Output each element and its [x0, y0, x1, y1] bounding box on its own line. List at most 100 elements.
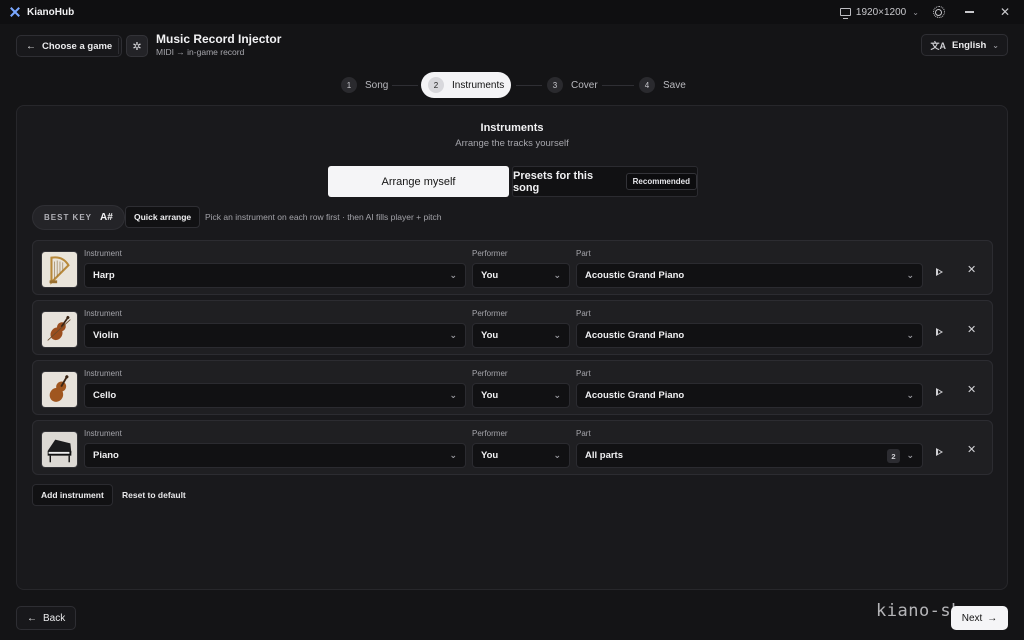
instrument-value: Violin	[93, 330, 119, 341]
performer-value: You	[481, 450, 499, 461]
panel-title: Instruments	[480, 122, 544, 134]
performer-select[interactable]: You ⌄	[472, 323, 570, 348]
language-selector[interactable]: 文A English ⌄	[921, 34, 1008, 56]
stepper: 1 Song 2 Instruments 3 Cover 4 Save	[0, 72, 1024, 98]
instrument-row: Instrument Harp ⌄ Performer You ⌄ Part A…	[32, 240, 993, 295]
chevron-down-icon: ⌄	[449, 390, 457, 400]
presets-button[interactable]: Presets for this song Recommended	[512, 166, 698, 197]
instrument-select[interactable]: Piano ⌄	[84, 443, 466, 468]
recommended-badge: Recommended	[625, 173, 697, 190]
chevron-down-icon: ⌄	[912, 7, 919, 17]
performer-label: Performer	[472, 309, 508, 318]
instrument-value: Piano	[93, 450, 119, 461]
step-label: Song	[365, 79, 389, 91]
presets-label: Presets for this song	[513, 169, 594, 194]
translate-icon: 文A	[930, 40, 946, 51]
arrow-right-icon: →	[987, 612, 998, 624]
play-icon[interactable]	[936, 448, 943, 456]
quick-arrange-button[interactable]: Quick arrange	[125, 206, 201, 228]
close-window-icon[interactable]: ✕	[1000, 5, 1010, 19]
performer-select[interactable]: You ⌄	[472, 383, 570, 408]
chevron-down-icon: ⌄	[992, 40, 999, 50]
back-button[interactable]: ← Back	[16, 606, 77, 630]
piano-icon	[41, 431, 78, 468]
instrument-value: Cello	[93, 390, 117, 401]
violin-icon	[41, 311, 78, 348]
best-key-label: BEST KEY	[44, 213, 93, 222]
module-title: Music Record Injector	[156, 32, 282, 46]
cello-icon	[41, 371, 78, 408]
step-number: 3	[547, 77, 563, 93]
instrument-label: Instrument	[84, 429, 122, 438]
step-label: Cover	[571, 79, 598, 91]
chevron-down-icon: ⌄	[553, 270, 561, 280]
step-label: Save	[663, 79, 686, 91]
performer-value: You	[481, 270, 499, 281]
best-key-value: A#	[100, 212, 113, 223]
choose-game-label: Choose a game	[42, 40, 113, 52]
step-song[interactable]: 1 Song	[341, 72, 388, 98]
remove-row-icon[interactable]: ✕	[967, 323, 976, 336]
part-value: Acoustic Grand Piano	[585, 330, 685, 341]
step-connector	[516, 85, 542, 86]
monitor-icon	[839, 8, 851, 19]
step-connector	[602, 85, 634, 86]
remove-row-icon[interactable]: ✕	[967, 383, 976, 396]
part-value: All parts	[585, 450, 624, 461]
quick-arrange-hint: Pick an instrument on each row first · t…	[205, 212, 442, 222]
choose-game-button[interactable]: ← Choose a game	[16, 35, 123, 57]
next-button[interactable]: Next →	[951, 606, 1008, 630]
step-instruments[interactable]: 2 Instruments	[421, 72, 512, 98]
chevron-down-icon: ⌄	[449, 330, 457, 340]
part-label: Part	[576, 429, 591, 438]
minimize-icon[interactable]	[964, 11, 974, 13]
back-label: Back	[43, 612, 66, 624]
harp-icon	[41, 251, 78, 288]
part-value: Acoustic Grand Piano	[585, 390, 685, 401]
play-icon[interactable]	[936, 328, 943, 336]
instrument-row: Instrument Violin ⌄ Performer You ⌄ Part…	[32, 300, 993, 355]
instrument-value: Harp	[93, 270, 115, 281]
part-select[interactable]: Acoustic Grand Piano ⌄	[576, 383, 923, 408]
remove-row-icon[interactable]: ✕	[967, 443, 976, 456]
step-number: 2	[428, 77, 444, 93]
part-select[interactable]: Acoustic Grand Piano ⌄	[576, 323, 923, 348]
part-select[interactable]: All parts 2 ⌄	[576, 443, 923, 468]
chevron-down-icon: ⌄	[906, 390, 914, 400]
theme-toggle-sun-icon[interactable]	[932, 6, 945, 18]
performer-label: Performer	[472, 249, 508, 258]
performer-value: You	[481, 330, 499, 341]
app-name: KianoHub	[27, 6, 75, 18]
chevron-down-icon: ⌄	[553, 390, 561, 400]
panel-subtitle: Arrange the tracks yourself	[455, 138, 569, 149]
chevron-down-icon: ⌄	[906, 450, 914, 460]
remove-row-icon[interactable]: ✕	[967, 263, 976, 276]
performer-select[interactable]: You ⌄	[472, 443, 570, 468]
chevron-down-icon: ⌄	[553, 330, 561, 340]
instrument-select[interactable]: Violin ⌄	[84, 323, 466, 348]
step-cover[interactable]: 3 Cover	[547, 72, 598, 98]
play-icon[interactable]	[936, 388, 943, 396]
arrange-mode-toggle: Arrange myself Presets for this song Rec…	[328, 166, 698, 197]
resolution-text: 1920×1200	[855, 6, 907, 18]
instrument-select[interactable]: Cello ⌄	[84, 383, 466, 408]
part-select[interactable]: Acoustic Grand Piano ⌄	[576, 263, 923, 288]
instruments-panel: Instruments Arrange the tracks yourself …	[16, 105, 1008, 590]
arrow-left-icon: ←	[27, 612, 37, 624]
play-icon[interactable]	[936, 268, 943, 276]
part-label: Part	[576, 369, 591, 378]
resolution-selector[interactable]: 1920×1200 ⌄	[839, 6, 919, 19]
reset-default-button[interactable]: Reset to default	[122, 490, 186, 500]
performer-select[interactable]: You ⌄	[472, 263, 570, 288]
instrument-select[interactable]: Harp ⌄	[84, 263, 466, 288]
instrument-row: Instrument Piano ⌄ Performer You ⌄ Part …	[32, 420, 993, 475]
step-save[interactable]: 4 Save	[639, 72, 686, 98]
arrange-myself-button[interactable]: Arrange myself	[328, 166, 509, 197]
instrument-label: Instrument	[84, 369, 122, 378]
best-key-pill: BEST KEY A#	[32, 205, 125, 230]
add-instrument-button[interactable]: Add instrument	[32, 484, 113, 506]
app-logo-icon	[10, 7, 20, 17]
chevron-down-icon: ⌄	[553, 450, 561, 460]
step-connector	[392, 85, 418, 86]
language-label: English	[951, 39, 987, 51]
